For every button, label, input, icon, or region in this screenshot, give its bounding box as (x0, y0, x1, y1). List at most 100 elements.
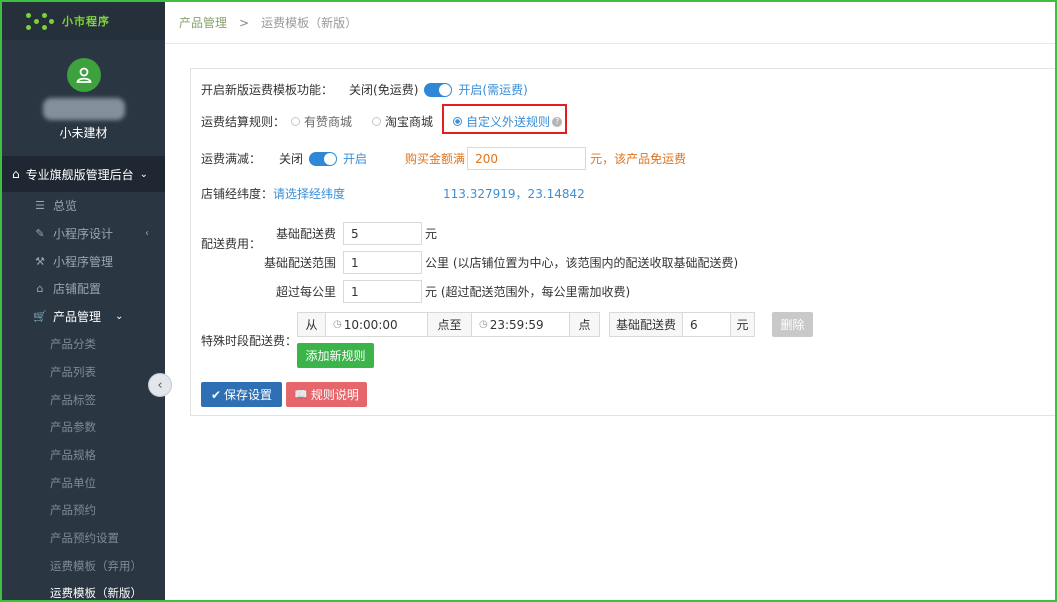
loc-label: 店铺经纬度： (201, 187, 274, 201)
full-buy-label: 购买金额满 (405, 152, 466, 166)
radio-taobao[interactable] (372, 117, 382, 126)
per-km-label: 超过每公里 (276, 285, 337, 299)
range-label: 基础配送范围 (264, 256, 337, 270)
time-end-input[interactable]: ◷ 23:59:59 (472, 312, 570, 337)
sidebar: 小市程序 小未建材 ⌂ 专业旗舰版管理后台 ⌄ ☰ 总览 ✎ 小程序设计 ‹ ⚒… (2, 2, 165, 600)
sidebar-item-label: 小程序设计 (53, 227, 114, 242)
breadcrumb-link[interactable]: 产品管理 (179, 14, 227, 31)
sidebar-subitem[interactable]: 产品列表 (2, 358, 165, 386)
cart-icon: 🛒 (33, 310, 47, 324)
menu-group-label: 专业旗舰版管理后台 (25, 167, 134, 182)
breadcrumb-current: 运费模板（新版） (261, 16, 358, 30)
special-fee-unit-addon: 元 (731, 312, 755, 337)
enable-label: 开启新版运费模板功能： (201, 83, 334, 97)
sidebar-item-product-manage[interactable]: 🛒 产品管理 ⌄ (2, 303, 165, 331)
logo[interactable]: 小市程序 (2, 2, 165, 40)
sidebar-subitem[interactable]: 产品标签 (2, 386, 165, 414)
sidebar-item-label: 小程序管理 (53, 254, 114, 269)
full-toggle[interactable] (309, 151, 338, 166)
home-icon: ⌂ (12, 167, 20, 181)
clock-icon: ◷ (333, 319, 342, 330)
sidebar-subitem[interactable]: 产品参数 (2, 414, 165, 442)
radio-youzan-label: 有赞商城 (304, 115, 353, 129)
add-rule-label: 添加新规则 (305, 349, 366, 363)
per-km-value: 1 (351, 284, 359, 299)
save-button[interactable]: ✔ 保存设置 (201, 382, 282, 407)
full-reduction-row: 运费满减： 关闭 开启 购买金额满 200 元，该产品免运费 (201, 147, 686, 170)
enable-toggle[interactable] (424, 82, 453, 97)
book-icon: 📖 (294, 388, 308, 401)
sidebar-item-store-config[interactable]: ⌂ 店铺配置 (2, 275, 165, 303)
base-fee-unit: 元 (425, 227, 438, 241)
check-icon: ✔ (210, 387, 222, 402)
per-km-input[interactable]: 1 (343, 280, 423, 303)
sidebar-item-label: 产品管理 (53, 310, 102, 325)
breadcrumb: 产品管理 > 运费模板（新版） (165, 2, 1055, 44)
highlight-box (442, 104, 567, 134)
special-label: 特殊时段配送费： (201, 334, 298, 348)
chevron-left-icon: ‹ (145, 228, 149, 240)
to-label: 点至 (437, 318, 462, 332)
rule-label: 运费结算规则： (201, 115, 286, 129)
user-profile: 小未建材 (2, 58, 165, 156)
sidebar-subitem[interactable]: 产品规格 (2, 441, 165, 469)
from-label: 从 (305, 318, 318, 332)
list-icon: ☰ (35, 199, 45, 213)
enable-on-label: 开启(需运费) (458, 83, 528, 97)
time-start-value: 10:00:00 (343, 317, 398, 332)
special-fee-label: 基础配送费 (615, 318, 676, 332)
special-fee-value: 6 (690, 317, 698, 332)
chevron-down-icon: ⌄ (115, 311, 124, 323)
sidebar-subitem-active[interactable]: 运费模板（新版） (2, 580, 165, 602)
range-unit: 公里 (以店铺位置为中心，该范围内的配送收取基础配送费) (425, 256, 739, 270)
sidebar-item-overview[interactable]: ☰ 总览 (2, 192, 165, 220)
from-addon: 从 (297, 312, 326, 337)
sidebar-subitem[interactable]: 产品预约设置 (2, 524, 165, 552)
radio-taobao-label: 淘宝商城 (385, 115, 434, 129)
chevron-down-icon: ⌄ (139, 168, 149, 180)
sidebar-subitem[interactable]: 运费模板（弃用） (2, 552, 165, 580)
loc-value: 113.327919，23.14842 (443, 187, 585, 201)
sidebar-item-label: 店铺配置 (53, 282, 102, 297)
full-amount-input[interactable]: 200 (467, 147, 587, 170)
delete-button[interactable]: 删除 (772, 312, 813, 337)
avatar[interactable] (66, 58, 101, 92)
pencil-icon: ✎ (35, 227, 45, 241)
main-content: 产品管理 > 运费模板（新版） 开启新版运费模板功能： 关闭(免运费) 开启(需… (165, 2, 1057, 600)
special-fee-input[interactable]: 6 (683, 312, 731, 337)
per-km-row: 超过每公里 1 元 (超过配送范围外，每公里需加收费) (276, 280, 630, 303)
rule-desc-label: 规则说明 (310, 388, 359, 402)
sidebar-subitem[interactable]: 产品单位 (2, 469, 165, 497)
loc-link[interactable]: 请选择经纬度 (273, 185, 345, 202)
full-on-label: 开启 (343, 152, 368, 166)
full-label: 运费满减： (201, 152, 262, 166)
delete-label: 删除 (780, 318, 805, 332)
full-off-label: 关闭 (279, 152, 304, 166)
point-addon: 点 (570, 312, 600, 337)
time-end-value: 23:59:59 (489, 317, 544, 332)
blurred-username (42, 98, 125, 120)
location-row: 店铺经纬度： 请选择经纬度 113.327919，23.14842 (201, 185, 585, 202)
base-fee-value: 5 (351, 226, 359, 241)
menu-group-admin[interactable]: ⌂ 专业旗舰版管理后台 ⌄ (2, 156, 165, 192)
sidebar-item-miniapp-manage[interactable]: ⚒ 小程序管理 (2, 247, 165, 275)
enable-off-label: 关闭(免运费) (349, 83, 419, 97)
breadcrumb-separator: > (239, 15, 250, 30)
user-icon (75, 67, 92, 83)
sidebar-subitem[interactable]: 产品分类 (2, 330, 165, 358)
add-rule-button[interactable]: 添加新规则 (297, 343, 374, 368)
rule-desc-button[interactable]: 📖 规则说明 (286, 382, 367, 407)
special-time-row: 从 ◷ 10:00:00 点至 ◷ 23:59:59 点 基础配送费 6 元 删… (297, 312, 813, 337)
chevron-left-icon: ‹ (157, 377, 163, 393)
special-fee-addon: 基础配送费 (609, 312, 683, 337)
home-icon: ⌂ (36, 282, 44, 296)
sidebar-subitem[interactable]: 产品预约 (2, 497, 165, 525)
sidebar-collapse-button[interactable]: ‹ (148, 373, 172, 397)
sidebar-item-miniapp-design[interactable]: ✎ 小程序设计 ‹ (2, 220, 165, 248)
radio-youzan[interactable] (291, 117, 301, 126)
time-start-input[interactable]: ◷ 10:00:00 (326, 312, 428, 337)
range-input[interactable]: 1 (343, 251, 423, 274)
base-fee-input[interactable]: 5 (343, 222, 423, 245)
wrench-icon: ⚒ (35, 254, 45, 268)
per-km-unit: 元 (超过配送范围外，每公里需加收费) (425, 285, 631, 299)
